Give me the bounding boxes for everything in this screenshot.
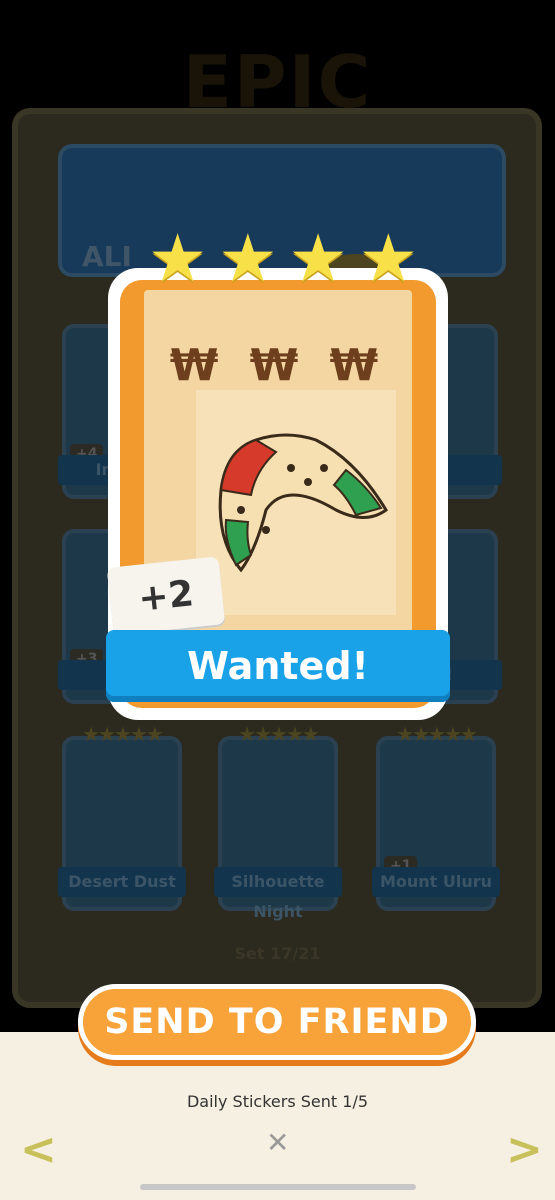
sticker-label: Silhouette Night	[214, 867, 342, 921]
sticker-card: ★★★★★ +1 Mount Uluru	[372, 722, 500, 911]
featured-sticker: ₩ ₩ ₩ ★ ★ ★ ★ +2 Wanted!	[106, 226, 450, 720]
set-progress: Set 17/21	[234, 944, 321, 963]
star-icon: ★	[358, 220, 418, 297]
boomerang-icon	[218, 433, 388, 573]
star-icon: ★	[148, 220, 208, 297]
sticker-stars: ★★★★★	[82, 722, 164, 746]
star-icon: ★	[288, 220, 348, 297]
poster-image-area	[196, 390, 396, 615]
sticker-card: ★★★★★ Silhouette Night	[214, 722, 342, 921]
chevron-left-icon[interactable]: <	[20, 1124, 57, 1175]
daily-stickers-sent: Daily Stickers Sent 1/5	[186, 1092, 369, 1111]
home-indicator	[140, 1184, 416, 1190]
sticker-name: Wanted!	[106, 630, 450, 702]
sticker-stars: ★★★★★	[396, 722, 478, 746]
duplicate-count-badge: +2	[106, 556, 226, 636]
sticker-label: Desert Dust	[58, 867, 186, 897]
rarity-stars: ★ ★ ★ ★	[148, 226, 418, 296]
sticker-label: Mount Uluru	[372, 867, 500, 897]
poster-symbols: ₩ ₩ ₩	[169, 340, 387, 391]
send-to-friend-button[interactable]: SEND TO FRIEND	[78, 984, 476, 1060]
sticker-card: ★★★★★ Desert Dust	[58, 722, 186, 911]
sticker-stars: ★★★★★	[238, 722, 320, 746]
close-icon[interactable]: ✕	[266, 1126, 289, 1159]
star-icon: ★	[218, 220, 278, 297]
chevron-right-icon[interactable]: >	[506, 1124, 543, 1175]
